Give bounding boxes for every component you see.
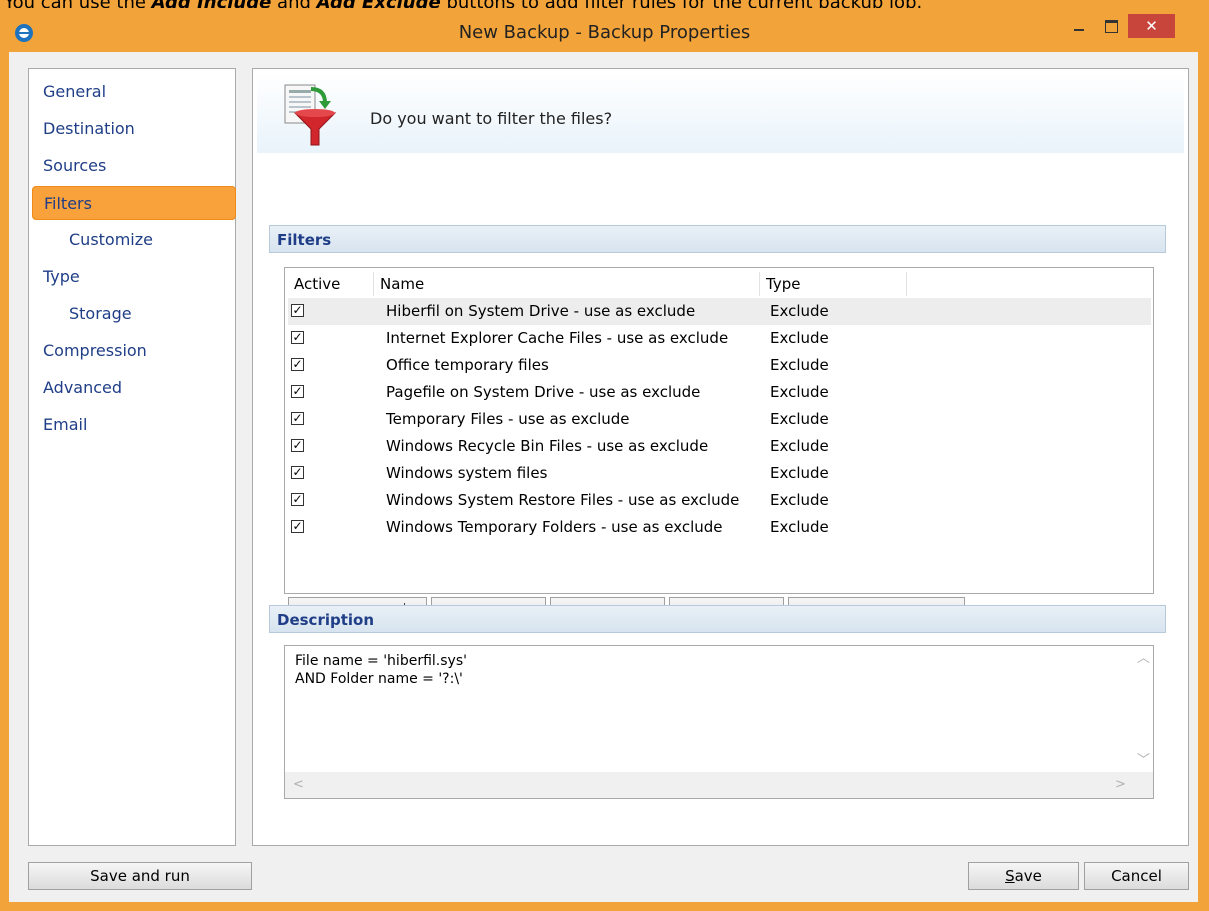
filter-name-cell: Office temporary files <box>386 356 549 374</box>
filters-table[interactable]: Active Name Type ✓ Hiberfil on System Dri… <box>284 267 1154 594</box>
description-text: File name = 'hiberfil.sys' AND Folder na… <box>295 653 467 687</box>
table-row[interactable]: ✓ Pagefile on System Drive - use as exclu… <box>288 379 1151 406</box>
filter-name-cell: Hiberfil on System Drive - use as exclud… <box>386 302 696 320</box>
filter-name-cell: Windows system files <box>386 464 548 482</box>
active-checkbox[interactable]: ✓ <box>291 493 304 506</box>
column-header-name[interactable]: Name <box>374 272 760 296</box>
table-row[interactable]: ✓ Windows Temporary Folders - use as excl… <box>288 514 1151 541</box>
filter-name-cell: Internet Explorer Cache Files - use as e… <box>386 329 729 347</box>
save-and-run-button[interactable]: Save and run <box>28 862 252 890</box>
sidebar-item-email[interactable]: Email <box>32 408 236 442</box>
scroll-down-icon[interactable]: ﹀ <box>1137 754 1150 767</box>
filter-question: Do you want to filter the files? <box>370 109 613 128</box>
maximize-icon <box>1104 19 1118 33</box>
sidebar-item-filters[interactable]: Filters <box>32 186 236 220</box>
filter-name-cell: Windows Temporary Folders - use as exclu… <box>386 518 723 536</box>
horizontal-scrollbar[interactable]: < > <box>285 772 1131 798</box>
sidebar-item-customize[interactable]: Customize <box>32 223 236 257</box>
filter-type-cell: Exclude <box>770 329 829 347</box>
scroll-up-icon[interactable]: ︿ <box>1137 652 1150 665</box>
active-checkbox[interactable]: ✓ <box>291 520 304 533</box>
table-row[interactable]: ✓ Temporary Files - use as exclude Exclude <box>288 406 1151 433</box>
filter-type-cell: Exclude <box>770 383 829 401</box>
active-checkbox[interactable]: ✓ <box>291 439 304 452</box>
active-checkbox[interactable]: ✓ <box>291 331 304 344</box>
close-icon: ✕ <box>1145 17 1158 35</box>
minimize-button[interactable] <box>1064 14 1094 38</box>
caption-bold-add-include: Add Include <box>152 0 272 8</box>
sidebar-item-destination[interactable]: Destination <box>32 112 236 146</box>
table-row[interactable]: ✓ Internet Explorer Cache Files - use as … <box>288 325 1151 352</box>
caption-prefix: You can use the <box>4 0 152 8</box>
filter-type-cell: Exclude <box>770 302 829 320</box>
minimize-icon <box>1074 29 1084 31</box>
caption-suffix: buttons to add filter rules for the curr… <box>441 0 922 8</box>
active-checkbox[interactable]: ✓ <box>291 466 304 479</box>
caption-middle: and <box>271 0 316 8</box>
scroll-left-icon[interactable]: < <box>293 778 304 791</box>
sidebar-item-sources[interactable]: Sources <box>32 149 236 183</box>
active-checkbox[interactable]: ✓ <box>291 385 304 398</box>
table-row[interactable]: ✓ Windows Recycle Bin Files - use as excl… <box>288 433 1151 460</box>
column-header-active[interactable]: Active <box>288 272 374 296</box>
caption-bold-add-exclude: Add Exclude <box>317 0 441 8</box>
app-window: New Backup - Backup Properties ✕ You can… <box>0 0 1209 911</box>
window-title: New Backup - Backup Properties <box>458 22 751 43</box>
active-checkbox[interactable]: ✓ <box>291 358 304 371</box>
sidebar-item-general[interactable]: General <box>32 75 236 109</box>
filter-type-cell: Exclude <box>770 356 829 374</box>
active-checkbox[interactable]: ✓ <box>291 412 304 425</box>
close-button[interactable]: ✕ <box>1128 14 1175 38</box>
filter-name-cell: Windows System Restore Files - use as ex… <box>386 491 740 509</box>
sidebar-item-compression[interactable]: Compression <box>32 334 236 368</box>
filter-name-cell: Temporary Files - use as exclude <box>386 410 630 428</box>
scroll-corner <box>1131 772 1153 798</box>
save-button[interactable]: Save <box>968 862 1079 890</box>
filters-section-header: Filters <box>269 225 1166 253</box>
sidebar-item-advanced[interactable]: Advanced <box>32 371 236 405</box>
sidebar-item-storage[interactable]: Storage <box>32 297 236 331</box>
window-client: General Destination Sources Filters Customiz… <box>9 52 1198 902</box>
save-button-label: Save <box>1005 867 1042 885</box>
filter-type-cell: Exclude <box>770 518 829 536</box>
filter-type-cell: Exclude <box>770 491 829 509</box>
scroll-right-icon[interactable]: > <box>1115 778 1126 791</box>
column-header-type[interactable]: Type <box>760 272 907 296</box>
vertical-scrollbar[interactable]: ︿ ﹀ <box>1131 646 1153 772</box>
table-row[interactable]: ✓ Windows system files Exclude <box>288 460 1151 487</box>
filter-type-cell: Exclude <box>770 437 829 455</box>
maximize-button[interactable] <box>1096 14 1126 38</box>
filter-name-cell: Pagefile on System Drive - use as exclud… <box>386 383 701 401</box>
table-header: Active Name Type <box>285 272 1153 296</box>
main-panel: Do you want to filter the files? Filters… <box>252 68 1189 846</box>
table-row[interactable]: ✓ Windows System Restore Files - use as e… <box>288 487 1151 514</box>
active-checkbox[interactable]: ✓ <box>291 304 304 317</box>
title-bar[interactable]: New Backup - Backup Properties ✕ <box>0 14 1209 52</box>
filter-funnel-icon <box>284 84 337 146</box>
description-box[interactable]: File name = 'hiberfil.sys' AND Folder na… <box>284 645 1154 799</box>
caption-text: You can use the Add Include and Add Excl… <box>0 0 1209 8</box>
filter-type-cell: Exclude <box>770 464 829 482</box>
table-row[interactable]: ✓ Hiberfil on System Drive - use as exclu… <box>288 298 1151 325</box>
filter-type-cell: Exclude <box>770 410 829 428</box>
sidebar-item-type[interactable]: Type <box>32 260 236 294</box>
description-section-header: Description <box>269 605 1166 633</box>
table-row[interactable]: ✓ Office temporary files Exclude <box>288 352 1151 379</box>
page-header: Do you want to filter the files? <box>257 73 1184 153</box>
cancel-button[interactable]: Cancel <box>1084 862 1189 890</box>
sidebar-nav: General Destination Sources Filters Customiz… <box>28 68 236 846</box>
filter-name-cell: Windows Recycle Bin Files - use as exclu… <box>386 437 709 455</box>
